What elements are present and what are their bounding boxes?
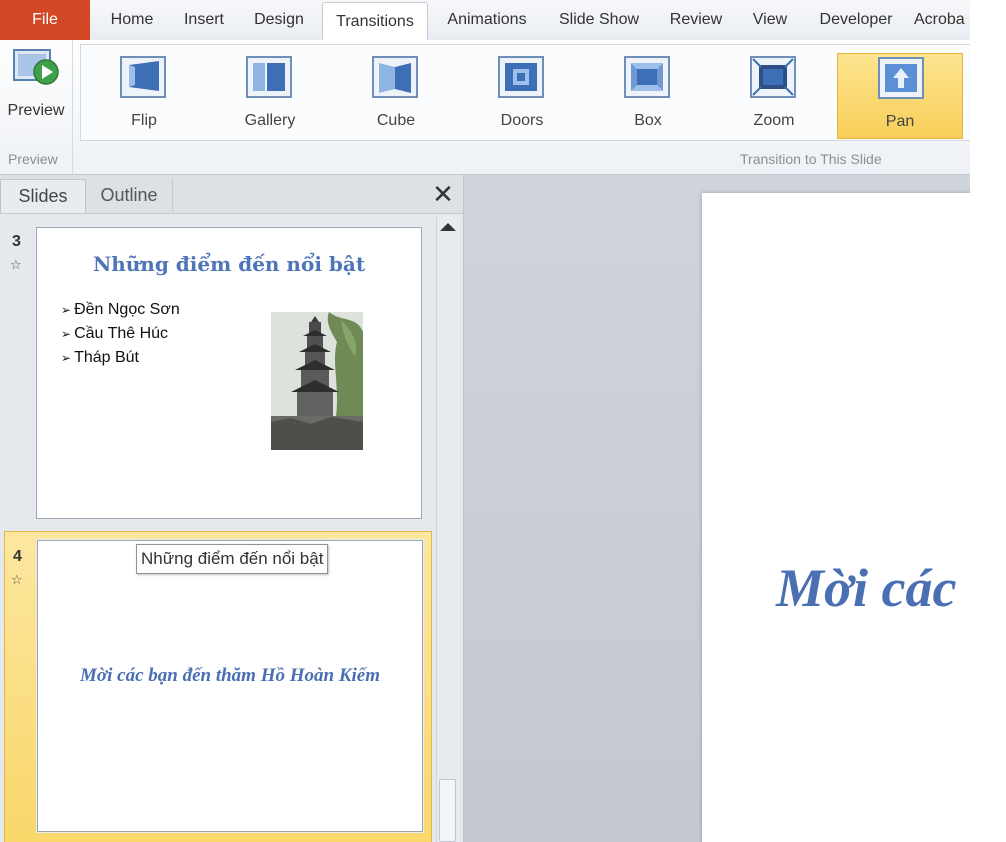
flip-icon (120, 56, 166, 98)
ribbon-panel: Preview Preview Flip Gallery Cube Doors … (0, 40, 970, 175)
transition-gallery: Flip Gallery Cube Doors Box Zoom Pan (80, 44, 970, 141)
tab-animations[interactable]: Animations (436, 0, 538, 40)
preview-group: Preview Preview (0, 40, 73, 174)
tab-file[interactable]: File (0, 0, 90, 40)
powerpoint-window: File Home Insert Design Transitions Anim… (0, 0, 970, 842)
transition-zoom[interactable]: Zoom (719, 53, 829, 139)
slide-canvas[interactable]: Mời các (702, 193, 970, 842)
transition-star-icon: ☆ (11, 572, 23, 587)
slide-tooltip: Những điểm đến nổi bật (136, 544, 329, 574)
slide-thumbnail-3[interactable]: Những điểm đến nổi bật Đền Ngọc Sơn Cầu … (36, 227, 422, 519)
transition-star-icon: ☆ (10, 257, 22, 272)
gallery-icon (246, 56, 292, 98)
transition-cube[interactable]: Cube (341, 53, 451, 139)
transition-flip-label: Flip (131, 112, 157, 129)
transition-flip[interactable]: Flip (89, 53, 199, 139)
box-icon (624, 56, 670, 98)
tab-view[interactable]: View (742, 0, 798, 40)
bullet-item: Cầu Thê Húc (61, 322, 180, 346)
slide-editor: Mời các (464, 175, 970, 842)
bullet-item: Đền Ngọc Sơn (61, 298, 180, 322)
transition-pan[interactable]: Pan (837, 53, 963, 139)
scrollbar-thumb[interactable] (439, 779, 456, 842)
slide-3-title: Những điểm đến nổi bật (92, 252, 366, 276)
tab-transitions[interactable]: Transitions (322, 2, 428, 42)
preview-button-label: Preview (7, 102, 65, 119)
slide-number: 3 (12, 233, 21, 250)
tab-outline[interactable]: Outline (86, 179, 173, 212)
tab-review[interactable]: Review (660, 0, 732, 40)
doors-icon (498, 56, 544, 98)
transition-gallery-label: Gallery (244, 112, 296, 129)
transition-zoom-label: Zoom (753, 112, 795, 129)
tab-insert[interactable]: Insert (172, 0, 236, 40)
tab-slide-show[interactable]: Slide Show (548, 0, 650, 40)
transition-doors-label: Doors (500, 112, 544, 129)
slide-main-text[interactable]: Mời các (776, 557, 956, 619)
scroll-up-icon[interactable] (440, 223, 456, 231)
slides-pane: Slides Outline ✕ 3 ☆ Những điểm đến nổi … (0, 175, 464, 842)
transition-doors[interactable]: Doors (467, 53, 577, 139)
tab-acrobat[interactable]: Acroba (914, 0, 970, 40)
tab-developer[interactable]: Developer (808, 0, 904, 40)
slide-thumbnail-4[interactable]: Mời các bạn đến thăm Hồ Hoàn Kiếm (37, 540, 423, 832)
transition-gallery-effect[interactable]: Gallery (215, 53, 325, 139)
preview-icon (13, 49, 59, 85)
transition-box-label: Box (634, 112, 662, 129)
preview-group-label: Preview (8, 151, 58, 167)
slide-row-4[interactable]: 4 ☆ Mời các bạn đến thăm Hồ Hoàn Kiếm (4, 531, 432, 842)
slide-4-text: Mời các bạn đến thăm Hồ Hoàn Kiếm (80, 665, 380, 686)
pane-tab-bar: Slides Outline ✕ (0, 175, 463, 214)
tab-slides[interactable]: Slides (0, 179, 86, 213)
tab-design[interactable]: Design (244, 0, 314, 40)
pan-icon (878, 57, 924, 99)
close-pane-icon[interactable]: ✕ (430, 181, 456, 207)
zoom-icon (750, 56, 796, 98)
slide-3-bullets: Đền Ngọc Sơn Cầu Thê Húc Tháp Bút (61, 298, 180, 370)
slides-scrollbar[interactable] (436, 217, 459, 842)
transition-cube-label: Cube (376, 112, 416, 129)
transition-box[interactable]: Box (593, 53, 703, 139)
bullet-item: Tháp Bút (61, 346, 180, 370)
preview-button[interactable]: Preview (0, 42, 72, 122)
ribbon-tab-bar: File Home Insert Design Transitions Anim… (0, 0, 970, 42)
slide-row-3[interactable]: 3 ☆ Những điểm đến nổi bật Đền Ngọc Sơn … (4, 219, 432, 527)
transition-pan-label: Pan (885, 113, 915, 130)
transition-group-label: Transition to This Slide (740, 151, 882, 167)
pagoda-tower-photo (271, 312, 363, 450)
slide-number: 4 (13, 548, 22, 565)
cube-icon (372, 56, 418, 98)
tab-home[interactable]: Home (100, 0, 164, 40)
